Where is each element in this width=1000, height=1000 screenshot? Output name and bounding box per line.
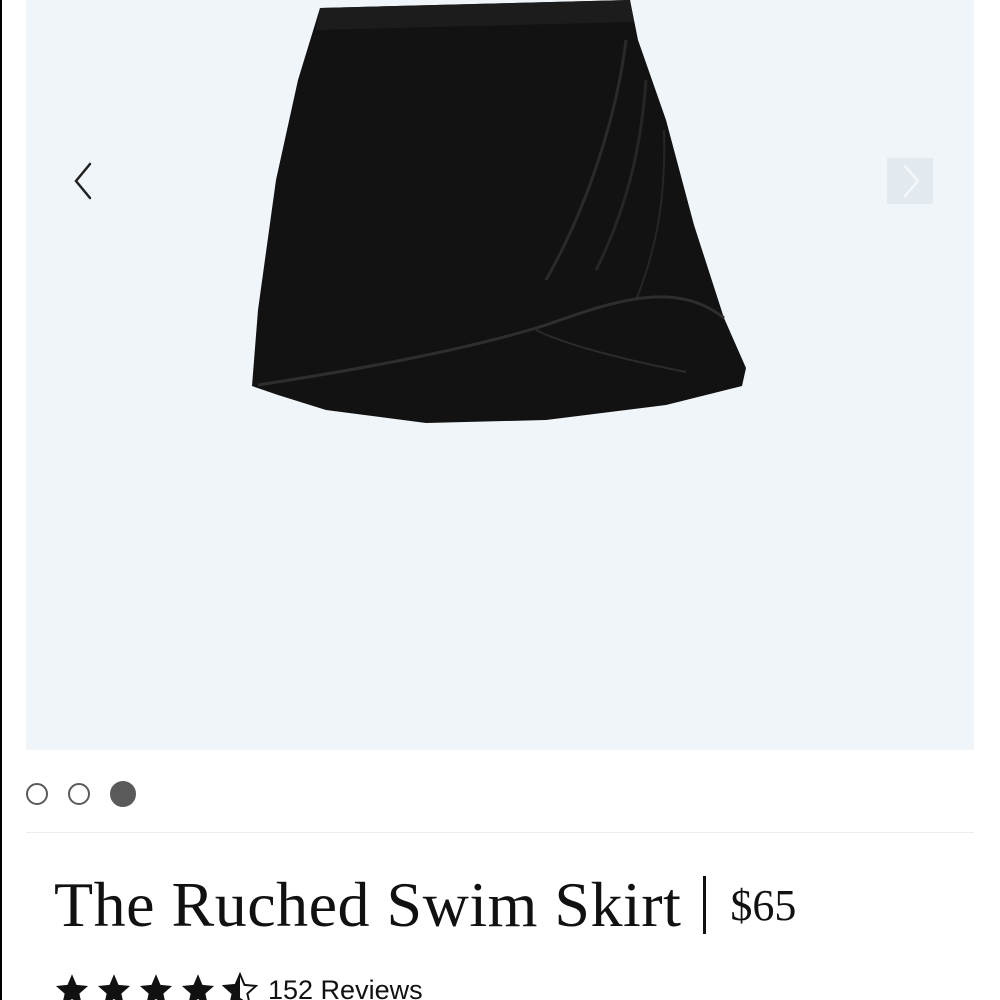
gallery-pagination	[26, 780, 136, 808]
product-page: The Ruched Swim Skirt $65 152 Reviews	[0, 0, 1000, 1000]
reviews-link[interactable]: 152 Reviews	[268, 975, 423, 1000]
title-price-separator	[703, 876, 707, 934]
product-title: The Ruched Swim Skirt	[54, 869, 682, 940]
product-price: $65	[730, 880, 797, 930]
left-border	[0, 0, 2, 1000]
next-image-button[interactable]	[887, 158, 933, 204]
star-icon	[97, 974, 131, 1000]
product-image-gallery[interactable]	[26, 0, 974, 750]
product-heading: The Ruched Swim Skirt $65	[54, 868, 796, 942]
product-image	[252, 0, 746, 423]
gallery-dot-2[interactable]	[68, 783, 90, 805]
section-divider	[26, 832, 974, 833]
half-star-icon	[222, 972, 258, 1000]
skirt-shape	[252, 0, 746, 423]
star-icon	[55, 974, 89, 1000]
star-icon	[139, 974, 173, 1000]
chevron-right-icon	[903, 164, 920, 198]
product-rating[interactable]: 152 Reviews	[54, 972, 423, 1000]
star-icon	[181, 974, 215, 1000]
previous-image-button[interactable]	[68, 160, 98, 202]
chevron-left-icon	[74, 162, 92, 200]
gallery-dot-3-active[interactable]	[110, 781, 136, 807]
gallery-dot-1[interactable]	[26, 783, 48, 805]
